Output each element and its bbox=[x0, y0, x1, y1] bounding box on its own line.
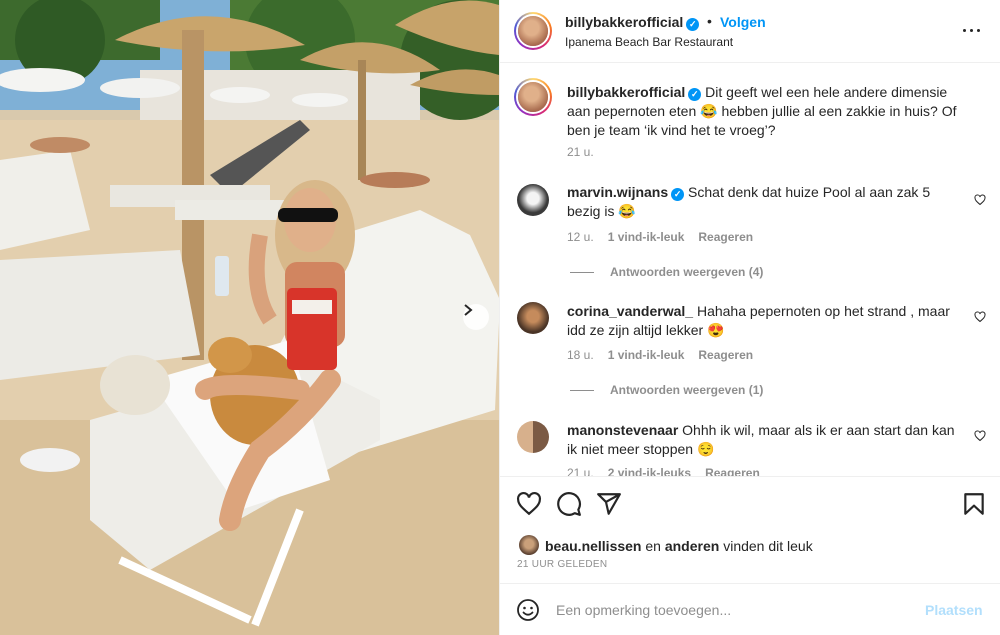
more-horizontal-icon[interactable] bbox=[960, 22, 984, 38]
view-replies-button[interactable]: Antwoorden weergeven (4) bbox=[570, 265, 763, 279]
heart-icon[interactable] bbox=[516, 491, 542, 517]
comment-like-heart-icon[interactable] bbox=[974, 430, 986, 442]
liker-avatar[interactable] bbox=[519, 535, 539, 555]
bookmark-icon[interactable] bbox=[961, 491, 987, 517]
next-photo-button[interactable] bbox=[463, 304, 489, 330]
reply-button[interactable]: Reageren bbox=[705, 466, 760, 476]
verified-badge-icon: ✓ bbox=[686, 18, 700, 31]
author-avatar[interactable] bbox=[514, 12, 552, 50]
caption-author-avatar[interactable] bbox=[514, 78, 552, 116]
post-side-panel: billybakkerofficial ✓ • Volgen Ipanema Be… bbox=[499, 0, 1000, 635]
comment-item: corina_vanderwal_ Hahaha pepernoten op h… bbox=[567, 302, 967, 340]
likes-suffix: vinden dit leuk bbox=[723, 538, 813, 554]
follow-button[interactable]: Volgen bbox=[720, 14, 766, 30]
beach-photo-illustration bbox=[0, 0, 499, 635]
location-link[interactable]: Ipanema Beach Bar Restaurant bbox=[565, 35, 733, 49]
post-photo[interactable] bbox=[0, 0, 499, 635]
comment-likes-count[interactable]: 1 vind-ik-leuk bbox=[608, 348, 685, 362]
comment-like-heart-icon[interactable] bbox=[974, 311, 986, 323]
post-header: billybakkerofficial ✓ • Volgen Ipanema Be… bbox=[500, 0, 1000, 63]
author-username: billybakkerofficial bbox=[565, 14, 684, 30]
comment-meta: 18 u. 1 vind-ik-leuk Reageren bbox=[567, 348, 753, 362]
comment-avatar[interactable] bbox=[517, 421, 549, 453]
likes-summary: beau.nellissen en anderen vinden dit leu… bbox=[545, 538, 813, 554]
comment-meta: 21 u. 2 vind-ik-leuks Reageren bbox=[567, 466, 760, 476]
likes-others-link[interactable]: anderen bbox=[665, 538, 719, 554]
likes-connector: en bbox=[645, 538, 661, 554]
comment-icon[interactable] bbox=[556, 491, 582, 517]
caption-username[interactable]: billybakkerofficial bbox=[567, 84, 685, 100]
comment-time: 12 u. bbox=[567, 230, 594, 244]
post-timestamp[interactable]: 21 UUR GELEDEN bbox=[517, 559, 607, 570]
comment-item: marvin.wijnans ✓ Schat denk dat huize Poo… bbox=[567, 183, 967, 221]
chevron-right-icon bbox=[464, 304, 473, 316]
comment-username[interactable]: corina_vanderwal_ bbox=[567, 303, 693, 319]
comment-avatar[interactable] bbox=[517, 302, 549, 334]
comment-likes-count[interactable]: 2 vind-ik-leuks bbox=[608, 466, 691, 476]
reply-button[interactable]: Reageren bbox=[698, 230, 753, 244]
caption-time: 21 u. bbox=[567, 145, 594, 159]
add-comment-bar: Plaatsen bbox=[500, 583, 1000, 635]
comments-list[interactable]: billybakkerofficial ✓ Dit geeft wel een h… bbox=[500, 64, 1000, 476]
author-username-link[interactable]: billybakkerofficial ✓ bbox=[565, 14, 700, 31]
liker-username[interactable]: beau.nellissen bbox=[545, 538, 641, 554]
reply-button[interactable]: Reageren bbox=[698, 348, 753, 362]
caption: billybakkerofficial ✓ Dit geeft wel een h… bbox=[567, 83, 967, 140]
post-actions: beau.nellissen en anderen vinden dit leu… bbox=[500, 476, 1000, 583]
comment-likes-count[interactable]: 1 vind-ik-leuk bbox=[608, 230, 685, 244]
comment-time: 21 u. bbox=[567, 466, 594, 476]
comment-like-heart-icon[interactable] bbox=[974, 194, 986, 206]
comment-time: 18 u. bbox=[567, 348, 594, 362]
verified-badge-icon: ✓ bbox=[688, 88, 702, 101]
post-comment-button[interactable]: Plaatsen bbox=[925, 602, 983, 618]
comment-username[interactable]: manonstevenaar bbox=[567, 422, 678, 438]
comment-meta: 12 u. 1 vind-ik-leuk Reageren bbox=[567, 230, 753, 244]
header-separator: • bbox=[707, 13, 712, 29]
verified-badge-icon: ✓ bbox=[671, 188, 685, 201]
comment-username[interactable]: marvin.wijnans bbox=[567, 184, 668, 200]
emoji-icon[interactable] bbox=[516, 598, 540, 622]
comment-input[interactable] bbox=[556, 598, 906, 622]
share-icon[interactable] bbox=[596, 491, 622, 517]
comment-item: manonstevenaar Ohhh ik wil, maar als ik … bbox=[567, 421, 967, 459]
view-replies-button[interactable]: Antwoorden weergeven (1) bbox=[570, 383, 763, 397]
comment-avatar[interactable] bbox=[517, 184, 549, 216]
